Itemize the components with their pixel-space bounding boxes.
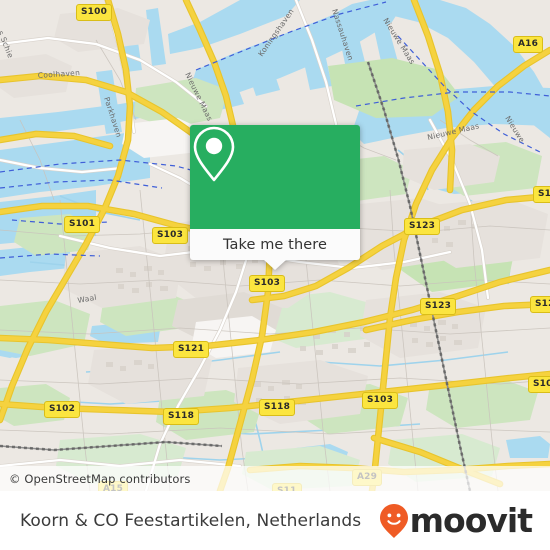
road-shield-s12: S12 bbox=[530, 296, 550, 313]
footer-bar: Koorn & CO Feestartikelen, Netherlands m… bbox=[0, 491, 550, 550]
road-shield-s118: S118 bbox=[163, 408, 200, 425]
map-attribution: © OpenStreetMap contributors bbox=[0, 466, 550, 491]
road-shield-s121: S121 bbox=[173, 341, 210, 358]
map-pin-icon bbox=[193, 126, 235, 182]
road-shield-s101: S101 bbox=[64, 216, 101, 233]
moovit-logo: moovit bbox=[379, 503, 540, 539]
callout-icon-area bbox=[190, 125, 360, 229]
road-shield-s103: S103 bbox=[152, 227, 189, 244]
road-shield-s1: S1 bbox=[533, 186, 550, 203]
road-shield-s123: S123 bbox=[404, 218, 441, 235]
road-shield-s100: S100 bbox=[76, 4, 113, 21]
road-shield-s10: S10 bbox=[528, 376, 550, 393]
attribution-text: © OpenStreetMap contributors bbox=[9, 471, 191, 486]
screenshot-root: Coolhaven Parkhaven s Schie Koningshaven Nas… bbox=[0, 0, 550, 550]
road-shield-s103: S103 bbox=[249, 275, 286, 292]
moovit-wordmark: moovit bbox=[409, 501, 533, 540]
place-title: Koorn & CO Feestartikelen, Netherlands bbox=[20, 510, 362, 531]
callout-button[interactable]: Take me there bbox=[190, 229, 360, 270]
road-shield-a16: A16 bbox=[513, 36, 544, 53]
road-shield-s102: S102 bbox=[44, 401, 81, 418]
road-shield-s118: S118 bbox=[259, 399, 296, 416]
map-canvas[interactable]: Coolhaven Parkhaven s Schie Koningshaven Nas… bbox=[0, 0, 550, 491]
road-shield-s123: S123 bbox=[420, 298, 457, 315]
road-shield-s103: S103 bbox=[362, 392, 399, 409]
take-me-there-callout[interactable]: Take me there bbox=[190, 125, 360, 270]
moovit-smiley-pin-icon bbox=[379, 503, 408, 538]
callout-pointer bbox=[264, 260, 286, 270]
callout-button-label: Take me there bbox=[222, 236, 328, 253]
